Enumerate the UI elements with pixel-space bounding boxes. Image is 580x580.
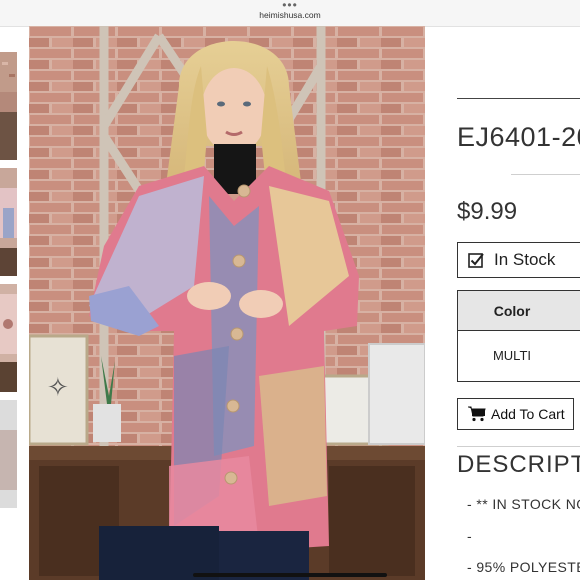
- description-line: - 95% POLYESTER: [467, 559, 580, 575]
- color-option-table: Color MULTI: [457, 290, 580, 382]
- product-sku: EJ6401-20: [457, 122, 580, 152]
- browser-url[interactable]: heimishusa.com: [259, 10, 320, 20]
- product-main-image[interactable]: ✧: [29, 26, 425, 580]
- description-line: -: [467, 528, 473, 544]
- product-thumbnail[interactable]: [0, 284, 17, 392]
- browser-address-bar[interactable]: ••• heimishusa.com: [0, 0, 580, 27]
- thumbnail-strip: [0, 52, 17, 516]
- stock-label: In Stock: [494, 250, 556, 269]
- product-price: $9.99: [457, 198, 518, 225]
- description-divider: [457, 446, 580, 447]
- checkbox-checked-icon: [468, 253, 484, 268]
- browser-menu-dots[interactable]: •••: [282, 0, 298, 11]
- product-thumbnail[interactable]: [0, 168, 17, 276]
- home-indicator: [193, 573, 387, 577]
- description-title: DESCRIPTION: [457, 451, 580, 478]
- color-option-multi[interactable]: MULTI: [458, 331, 580, 380]
- svg-text:✧: ✧: [47, 373, 69, 403]
- add-to-cart-label: Add To Cart: [491, 406, 565, 422]
- header-divider: [457, 98, 580, 99]
- product-thumbnail[interactable]: [0, 52, 17, 160]
- description-line: - ** IN STOCK NOW **: [467, 496, 580, 512]
- product-info-panel: EJ6401-20 $9.99 In Stock Color MULTI Add…: [441, 26, 580, 580]
- sku-divider: [511, 174, 580, 175]
- add-to-cart-button[interactable]: Add To Cart: [457, 398, 574, 430]
- shopping-cart-icon: [468, 406, 486, 422]
- product-thumbnail[interactable]: [0, 400, 17, 508]
- color-header: Color: [458, 291, 580, 331]
- stock-status: In Stock: [457, 242, 580, 278]
